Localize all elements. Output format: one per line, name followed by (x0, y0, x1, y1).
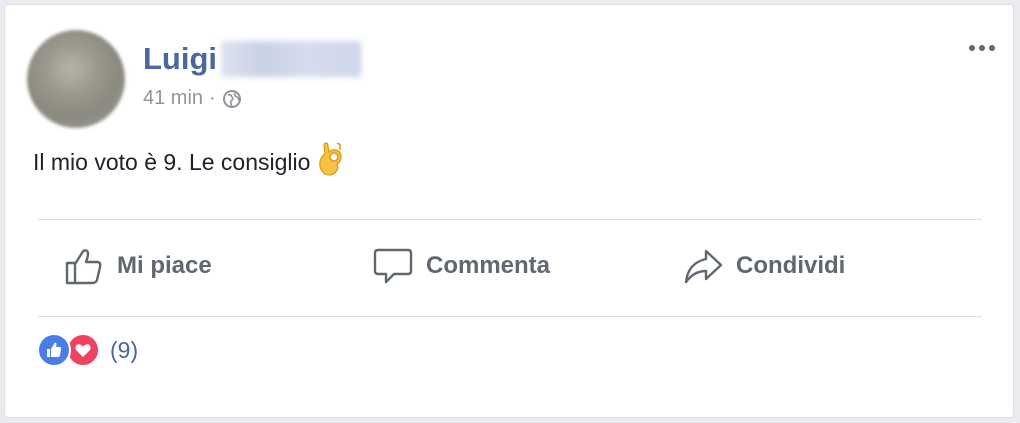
post-body: Il mio voto è 9. Le consiglio (33, 141, 346, 176)
divider-bottom (38, 316, 982, 317)
like-button[interactable]: Mi piace (63, 237, 212, 295)
author-first-name[interactable]: Luigi (143, 41, 217, 77)
more-dot (969, 45, 975, 51)
comment-button[interactable]: Commenta (372, 237, 550, 295)
more-dot (979, 45, 985, 51)
like-label: Mi piace (117, 252, 212, 279)
thumbs-up-icon (65, 249, 102, 285)
meta-separator: · (209, 87, 216, 109)
post-text: Il mio voto è 9. Le consiglio (33, 149, 311, 175)
avatar[interactable] (27, 30, 125, 128)
like-reaction-icon (37, 333, 71, 367)
ok-hand-emoji-icon (319, 141, 343, 176)
reactions-summary[interactable]: (9) (37, 333, 138, 367)
post-meta: 41 min · (143, 87, 242, 110)
more-options-icon[interactable] (969, 45, 995, 51)
action-bar: Mi piace Commenta Condividi (5, 237, 1013, 295)
share-label: Condividi (736, 252, 846, 279)
more-dot (989, 45, 995, 51)
redacted-surname (221, 41, 362, 77)
comment-icon (373, 248, 413, 284)
comment-label: Commenta (426, 252, 551, 279)
post-card: Luigi 41 min · Il mio voto è 9. Le consi… (4, 4, 1014, 418)
divider-top (38, 219, 982, 220)
heart-reaction-icon (66, 333, 100, 367)
share-arrow-icon (684, 249, 723, 284)
post-timestamp[interactable]: 41 min (143, 87, 203, 110)
reaction-count[interactable]: (9) (110, 337, 138, 364)
globe-icon[interactable] (222, 89, 242, 109)
author-name[interactable]: Luigi (143, 41, 362, 77)
share-button[interactable]: Condividi (682, 237, 845, 295)
